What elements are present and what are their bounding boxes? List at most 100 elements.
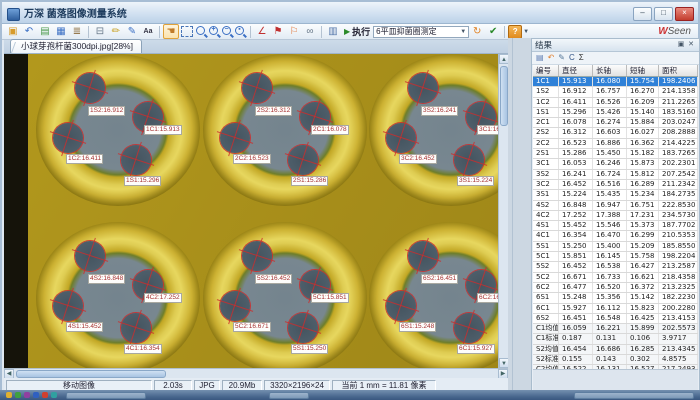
zoom-fit-icon[interactable]: ▪ xyxy=(235,26,244,35)
table-row[interactable]: 2C116.07816.27415.884203.0247 xyxy=(533,118,698,128)
taskbar-app-icon[interactable] xyxy=(6,392,12,398)
table-cell: 15.400 xyxy=(593,242,627,251)
select-region-icon[interactable] xyxy=(181,26,193,37)
table-row[interactable]: 4C116.35416.47016.299210.5353 xyxy=(533,231,698,241)
text-tool-icon[interactable]: Aa xyxy=(140,24,156,39)
column-header[interactable]: 长轴 xyxy=(593,65,627,76)
import-image-icon[interactable]: ▤ xyxy=(37,24,53,39)
restore-button[interactable]: □ xyxy=(654,7,673,21)
minimize-button[interactable]: – xyxy=(633,7,652,21)
taskbar-app-icon[interactable] xyxy=(42,392,48,398)
angle-tool-icon[interactable]: ∠ xyxy=(254,24,270,39)
table-row[interactable]: 2S216.31216.60316.027208.2888 xyxy=(533,128,698,138)
print-icon[interactable]: ⊟ xyxy=(92,24,108,39)
taskbar-app-icon[interactable] xyxy=(33,392,39,398)
taskbar-app-icon[interactable] xyxy=(51,392,57,398)
table-cell: 16.112 xyxy=(593,304,627,313)
table-row[interactable]: 5C216.67116.73316.621218.4358 xyxy=(533,273,698,283)
taskbar-app-icon[interactable] xyxy=(24,392,30,398)
inhibition-zone-6S2 xyxy=(408,241,438,271)
table-row[interactable]: 3S115.22415.43515.234184.2735 xyxy=(533,190,698,200)
table-row[interactable]: 6C216.47716.52016.372213.2325 xyxy=(533,283,698,293)
summary-row[interactable]: C1均值16.05916.22115.899202.5573 xyxy=(533,324,698,334)
summary-row[interactable]: S2标准差0.1550.1430.3024.8575 xyxy=(533,355,698,365)
summary-row[interactable]: S2均值16.45416.68616.285213.4345 xyxy=(533,345,698,355)
image-viewer[interactable]: 1S2:16.9121C1:15.9131C2:16.4111S1:15.296… xyxy=(4,54,498,368)
table-cell: 16.452 xyxy=(559,262,593,271)
table-cell: 198.2204 xyxy=(659,252,698,261)
table-row[interactable]: 4S216.84816.94716.751222.8530 xyxy=(533,201,698,211)
execute-button[interactable]: ▶执行 xyxy=(341,25,373,38)
save-icon[interactable]: ▦ xyxy=(53,24,69,39)
horizontal-scroll-thumb[interactable] xyxy=(16,370,166,378)
refresh-icon[interactable]: ↻ xyxy=(469,24,485,39)
table-row[interactable]: 5S216.45216.53816.427213.2587 xyxy=(533,262,698,272)
taskbar-window-button[interactable] xyxy=(269,392,309,399)
measurement-label-3C2: 3C2:16.452 xyxy=(399,154,437,164)
album-icon[interactable]: ≣ xyxy=(69,24,85,39)
open-image-icon[interactable]: ▣ xyxy=(5,24,21,39)
table-row[interactable]: 6S115.24815.35615.142182.2230 xyxy=(533,293,698,303)
column-header[interactable]: 编号 xyxy=(533,65,559,76)
table-row[interactable]: 3C116.05316.24615.873202.2301 xyxy=(533,159,698,169)
table-cell: 182.2230 xyxy=(659,293,698,302)
flag-tool-icon[interactable]: ⚑ xyxy=(270,24,286,39)
toolbar-separator xyxy=(88,26,89,38)
table-row[interactable]: 2S115.28615.45015.182183.7265 xyxy=(533,149,698,159)
table-row[interactable]: 4C217.25217.38817.231234.5730 xyxy=(533,211,698,221)
taskbar-window-button[interactable] xyxy=(66,392,146,399)
edit-result-icon[interactable]: ✎ xyxy=(558,53,565,63)
table-row[interactable]: 1S115.29615.42615.140183.5160 xyxy=(533,108,698,118)
table-cell: 202.5573 xyxy=(659,324,698,333)
link-icon[interactable]: ∞ xyxy=(302,24,318,39)
table-row[interactable]: 3C216.45216.51616.289211.2342 xyxy=(533,180,698,190)
taskbar-tray[interactable] xyxy=(574,392,694,399)
table-row[interactable]: 1C115.91316.08015.754198.2406 xyxy=(533,77,698,87)
zoom-out-icon[interactable]: − xyxy=(222,26,231,35)
vertical-scrollbar[interactable]: ▲ ▼ xyxy=(498,54,508,368)
settings-icon[interactable]: ▥ xyxy=(325,24,341,39)
measurement-preset-dropdown[interactable]: 6平皿抑菌圈测定▼ xyxy=(373,26,469,38)
magnify-icon[interactable] xyxy=(196,26,205,35)
table-cell: 184.2735 xyxy=(659,190,698,199)
results-table-header: 编号直径长轴短轴面积 xyxy=(533,65,698,77)
image-tab-bar: 小球芽孢杆菌300dpi.jpg[28%] xyxy=(4,40,508,54)
mark-tool-icon[interactable]: ⚐ xyxy=(286,24,302,39)
summary-row[interactable]: C1标准差0.1870.1310.1063.9717 xyxy=(533,334,698,344)
table-cell: 16.724 xyxy=(593,170,627,179)
table-row[interactable]: 1S216.91216.75716.270214.1358 xyxy=(533,87,698,97)
vertical-scroll-thumb[interactable] xyxy=(500,66,508,126)
image-tab[interactable]: 小球芽孢杆菌300dpi.jpg[28%] xyxy=(10,39,142,53)
table-row[interactable]: 1C216.41116.52616.209211.2265 xyxy=(533,98,698,108)
hand-tool-icon[interactable]: ☚ xyxy=(163,24,179,39)
apply-icon[interactable]: ✔ xyxy=(485,24,501,39)
table-row[interactable]: 2C216.52316.88616.362214.4225 xyxy=(533,139,698,149)
table-row[interactable]: 6C115.92716.11215.823200.2280 xyxy=(533,304,698,314)
pin-icon[interactable]: ▣ xyxy=(676,40,686,50)
close-button[interactable]: × xyxy=(675,7,694,21)
column-header[interactable]: 直径 xyxy=(559,65,593,76)
table-row[interactable]: 4S115.45215.54615.373187.7702 xyxy=(533,221,698,231)
export-report-icon[interactable]: ▤ xyxy=(536,53,544,63)
help-button[interactable]: ? xyxy=(508,25,522,39)
undo-result-icon[interactable]: ↶ xyxy=(548,53,555,63)
table-row[interactable]: 6S216.45116.54816.425213.4153 xyxy=(533,314,698,324)
taskbar-app-icon[interactable] xyxy=(15,392,21,398)
panel-close-icon[interactable]: ✕ xyxy=(686,40,696,50)
column-header[interactable]: 短轴 xyxy=(627,65,659,76)
pen-icon[interactable]: ✎ xyxy=(124,24,140,39)
table-cell: 16.621 xyxy=(627,273,659,282)
table-cell: 16.548 xyxy=(593,314,627,323)
table-row[interactable]: 5S115.25015.40015.209185.8550 xyxy=(533,242,698,252)
zoom-in-icon[interactable]: + xyxy=(209,26,218,35)
sum-icon[interactable]: Σ xyxy=(579,53,584,63)
calibrate-icon[interactable]: C xyxy=(569,53,575,63)
pencil-icon[interactable]: ✏ xyxy=(108,24,124,39)
table-row[interactable]: 5C115.85116.14515.758198.2204 xyxy=(533,252,698,262)
table-row[interactable]: 3S216.24116.72415.812207.2542 xyxy=(533,170,698,180)
panel-splitter[interactable] xyxy=(508,38,531,392)
undo-icon[interactable]: ↶ xyxy=(21,24,37,39)
measurement-label-6S2: 6S2:16.451 xyxy=(421,274,458,284)
column-header[interactable]: 面积 xyxy=(659,65,698,76)
horizontal-scrollbar[interactable]: ◀ ▶ xyxy=(4,368,508,378)
